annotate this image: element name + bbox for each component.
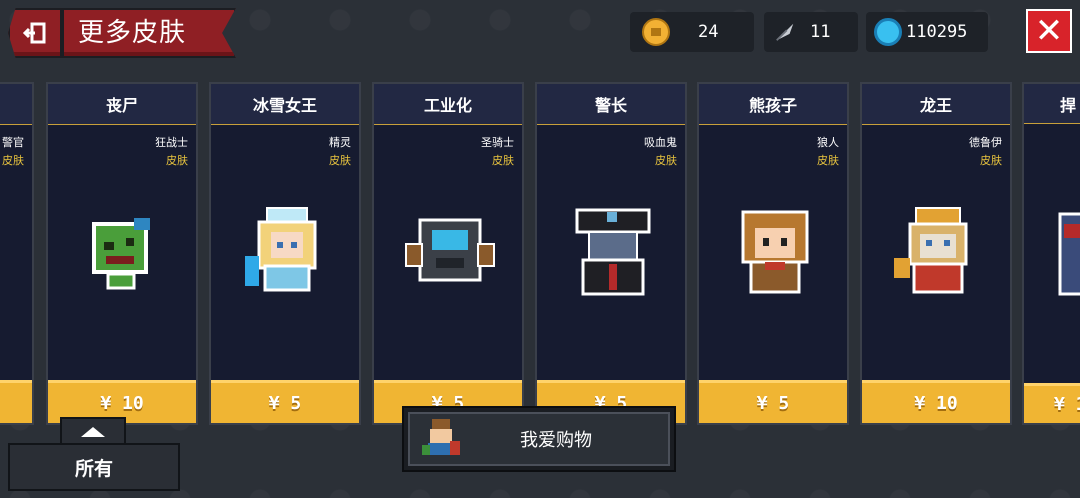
close-icon: ✕ — [1034, 11, 1064, 51]
card-hero: 德鲁伊 — [969, 136, 1002, 149]
card-type: 皮肤 — [2, 154, 24, 167]
filter-label: 所有 — [74, 457, 113, 480]
exit-icon — [23, 22, 46, 44]
material-value: 11 — [810, 22, 831, 42]
shop-button[interactable]: 我爱购物 — [402, 406, 676, 472]
card-type: 皮肤 — [817, 154, 839, 167]
card-name: 熊孩子 — [699, 84, 847, 125]
card-type: 皮肤 — [655, 154, 677, 167]
ice-queen-sprite-icon — [245, 207, 317, 292]
skin-card[interactable]: 龙王 德鲁伊 皮肤 ¥ 10 — [860, 82, 1012, 425]
card-name: 警长 — [537, 84, 685, 125]
card-type: 皮肤 — [980, 154, 1002, 167]
card-name: 工业化 — [374, 84, 522, 125]
feather-icon — [776, 23, 794, 41]
filter-all-button[interactable]: 所有 — [8, 443, 180, 491]
card-name — [0, 84, 32, 125]
zombie-sprite-icon — [92, 218, 150, 290]
card-type: 皮肤 — [329, 154, 351, 167]
card-hero: 狼人 — [817, 136, 839, 149]
card-name: 龙王 — [862, 84, 1010, 125]
card-hero: 精灵 — [329, 136, 351, 149]
skin-card[interactable]: 冰雪女王 精灵 皮肤 ¥ 5 — [209, 82, 361, 425]
coin-value: 24 — [698, 22, 719, 42]
gem-counter: 110295 — [866, 12, 988, 52]
card-price[interactable]: ¥ 5 — [211, 380, 359, 423]
shopper-avatar-icon — [422, 419, 460, 455]
expand-filter-tab[interactable] — [60, 417, 126, 445]
material-counter: 11 — [764, 12, 858, 52]
bear-kid-sprite-icon — [741, 210, 809, 294]
card-name: 捍 — [1024, 84, 1080, 124]
card-price[interactable]: ¥ 5 — [699, 380, 847, 423]
gem-value: 110295 — [906, 22, 968, 42]
top-bar: 更多皮肤 24 11 110295 ✕ — [0, 0, 1080, 62]
shop-label: 我爱购物 — [520, 430, 592, 451]
shop-button-inner: 我爱购物 — [408, 412, 670, 466]
coin-counter: 24 — [630, 12, 754, 52]
card-price[interactable]: ¥ 10 — [862, 380, 1010, 423]
skin-card[interactable]: 捍 ¥ 10 — [1022, 82, 1080, 425]
card-type: 皮肤 — [492, 154, 514, 167]
card-price[interactable] — [0, 380, 32, 423]
card-name: 冰雪女王 — [211, 84, 359, 125]
card-name: 丧尸 — [48, 84, 196, 125]
card-price[interactable]: ¥ 10 — [1024, 383, 1080, 423]
skin-card[interactable]: 熊孩子 狼人 皮肤 ¥ 5 — [697, 82, 849, 425]
gem-icon — [874, 18, 902, 46]
skin-card[interactable]: 工业化 圣骑士 皮肤 ¥ 5 — [372, 82, 524, 425]
card-hero: 警官 — [2, 136, 24, 149]
card-hero: 圣骑士 — [481, 136, 514, 149]
dragon-king-sprite-icon — [894, 207, 968, 294]
partial-sprite-icon — [1058, 212, 1080, 296]
skin-card-strip[interactable]: 警官 皮肤 丧尸 狂战士 皮肤 ¥ 10 冰雪女王 精灵 皮肤 ¥ 5 工业化 … — [0, 82, 1080, 425]
page-title: 更多皮肤 — [78, 18, 187, 48]
skin-card[interactable]: 警官 皮肤 — [0, 82, 34, 425]
back-button[interactable] — [8, 8, 62, 58]
coin-icon — [642, 18, 670, 46]
skin-card[interactable]: 丧尸 狂战士 皮肤 ¥ 10 — [46, 82, 198, 425]
card-hero: 吸血鬼 — [644, 136, 677, 149]
skin-card[interactable]: 警长 吸血鬼 皮肤 ¥ 5 — [535, 82, 687, 425]
card-type: 皮肤 — [166, 154, 188, 167]
sheriff-sprite-icon — [575, 208, 651, 296]
mech-sprite-icon — [405, 218, 495, 282]
close-button[interactable]: ✕ — [1026, 9, 1072, 53]
card-hero: 狂战士 — [155, 136, 188, 149]
